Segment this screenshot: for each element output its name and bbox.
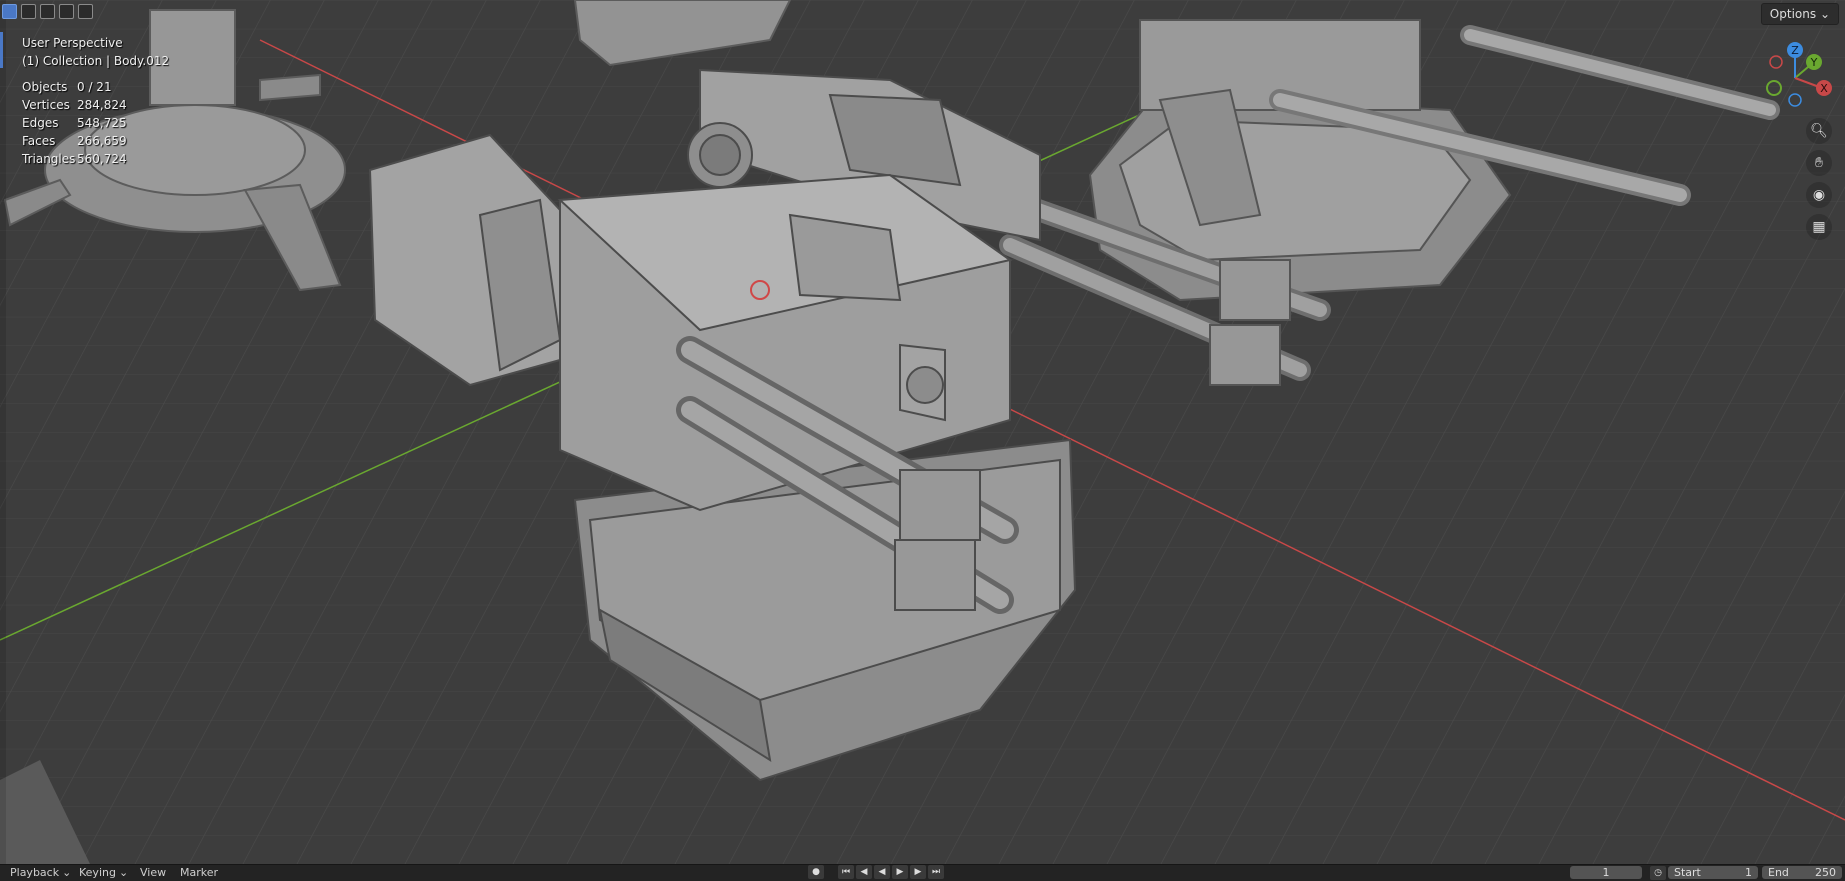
viewport-nav-tools: 🔍︎ ✋︎ ◉ ▦ (1806, 118, 1832, 240)
perspective-label: User Perspective (22, 36, 123, 50)
scene-canvas[interactable] (0, 0, 1845, 864)
x-axis-label: X (1820, 82, 1828, 95)
select-subtract-icon[interactable] (59, 4, 74, 19)
left-edge-shadow (0, 0, 6, 864)
y-axis-label: Y (1810, 56, 1818, 69)
stat-label: Objects (22, 80, 68, 94)
selection-mode-toolbar (2, 4, 93, 19)
prev-keyframe-icon[interactable]: ◀ (856, 865, 872, 879)
hand-pan-icon[interactable]: ✋︎ (1806, 150, 1832, 176)
neg-y-axis-icon (1766, 80, 1782, 96)
stat-row: Objects 0 / 21 (22, 80, 127, 98)
select-box-icon[interactable] (2, 4, 17, 19)
stat-value: 266,659 (77, 134, 127, 148)
end-frame-field[interactable]: End 250 (1762, 866, 1842, 879)
options-dropdown[interactable]: Options ⌄ (1760, 3, 1839, 25)
end-label: End (1768, 866, 1789, 879)
current-frame-field[interactable]: 1 (1570, 866, 1642, 879)
menu-label: Marker (180, 866, 219, 879)
navigation-gizmo[interactable]: Z Y X (1752, 38, 1838, 118)
stat-value: 548,725 (77, 116, 127, 130)
neg-x-axis-icon (1769, 55, 1783, 69)
grid-ortho-icon[interactable]: ▦ (1806, 214, 1832, 240)
select-new-icon[interactable] (21, 4, 36, 19)
stat-value: 284,824 (77, 98, 127, 112)
play-icon[interactable]: ▶ (892, 865, 908, 879)
next-keyframe-icon[interactable]: ▶ (910, 865, 926, 879)
jump-end-icon[interactable]: ⏭ (928, 865, 944, 879)
timeline-menu-marker[interactable]: Marker (180, 866, 218, 879)
z-axis-label: Z (1791, 44, 1799, 57)
menu-label: Playback (10, 866, 60, 879)
end-value: 250 (1815, 866, 1836, 879)
camera-icon[interactable]: ◉ (1806, 182, 1832, 208)
timeline-menu-keying[interactable]: Keying ⌄ (79, 866, 128, 879)
stat-value: 0 / 21 (77, 80, 112, 94)
menu-label: View (140, 866, 167, 879)
timeline-menu-playback[interactable]: Playback ⌄ (10, 866, 71, 879)
playback-controls: ● ⏮ ◀ ◀ ▶ ▶ ⏭ (808, 865, 944, 879)
3d-viewport[interactable]: User Perspective (1) Collection | Body.0… (0, 0, 1845, 864)
viewport-info: User Perspective (1) Collection | Body.0… (22, 34, 169, 70)
neg-z-axis-icon (1788, 93, 1802, 107)
stat-row: Vertices 284,824 (22, 98, 127, 116)
collection-label: (1) Collection | Body.012 (22, 54, 170, 68)
current-frame-value: 1 (1602, 866, 1610, 879)
start-label: Start (1674, 866, 1701, 879)
timeline-menu-view[interactable]: View (140, 866, 166, 879)
statistics-overlay: Objects 0 / 21 Vertices 284,824 Edges 548,7… (22, 80, 127, 170)
stat-value: 560,724 (77, 152, 127, 166)
chevron-down-icon: ⌄ (1819, 7, 1830, 21)
select-extend-icon[interactable] (40, 4, 55, 19)
active-strip (0, 32, 3, 68)
stat-row: Edges 548,725 (22, 116, 127, 134)
chevron-down-icon: ⌄ (62, 866, 72, 879)
clock-icon[interactable]: ◷ (1650, 866, 1666, 880)
stat-label: Edges (22, 116, 59, 130)
select-intersect-icon[interactable] (78, 4, 93, 19)
stat-label: Vertices (22, 98, 70, 112)
record-icon[interactable]: ● (808, 865, 824, 879)
stat-row: Triangles 560,724 (22, 152, 127, 170)
options-label: Options (1769, 7, 1817, 21)
timeline-header: Playback ⌄ Keying ⌄ View Marker ● ⏮ ◀ ◀ ▶ … (0, 864, 1845, 881)
play-reverse-icon[interactable]: ◀ (874, 865, 890, 879)
chevron-down-icon: ⌄ (118, 866, 129, 879)
start-frame-field[interactable]: Start 1 (1668, 866, 1758, 879)
jump-start-icon[interactable]: ⏮ (838, 865, 854, 879)
stat-label: Faces (22, 134, 56, 148)
start-value: 1 (1745, 866, 1752, 879)
menu-label: Keying (79, 866, 116, 879)
stat-label: Triangles (22, 152, 76, 166)
stat-row: Faces 266,659 (22, 134, 127, 152)
zoom-icon[interactable]: 🔍︎ (1806, 118, 1832, 144)
